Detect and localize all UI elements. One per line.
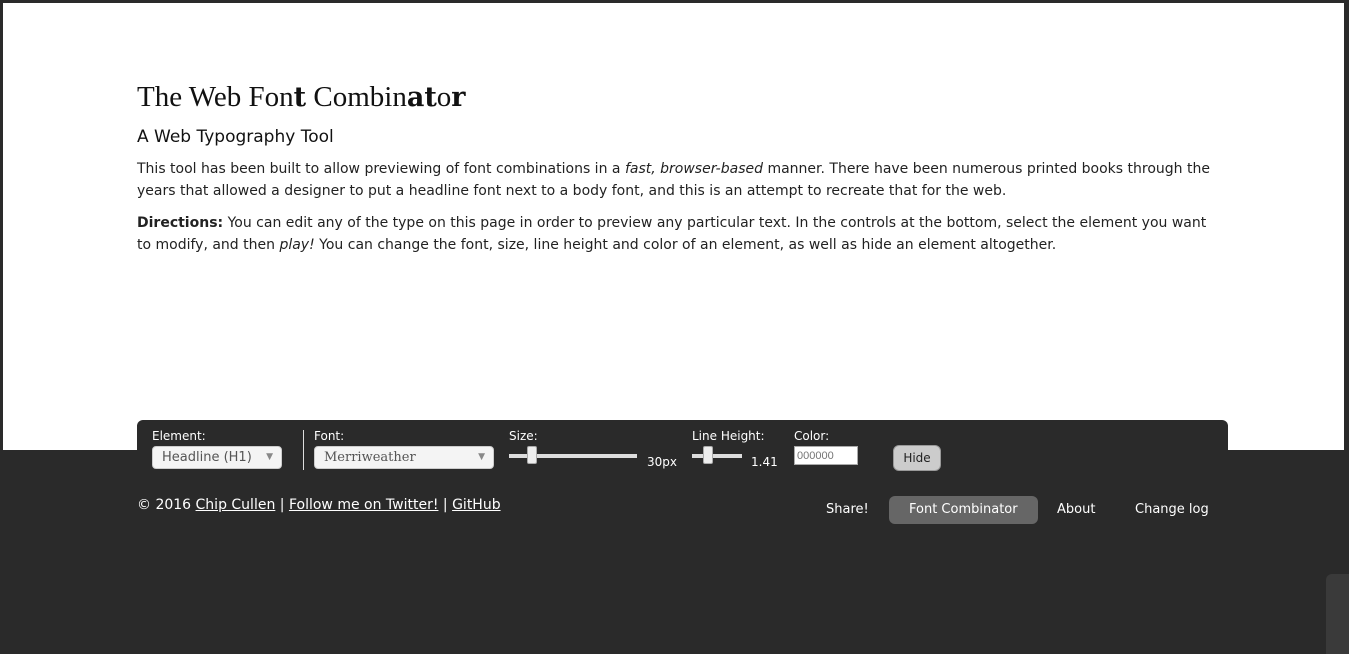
title-part: The Web Fon bbox=[137, 81, 294, 113]
side-widget[interactable] bbox=[1326, 574, 1349, 654]
element-select[interactable]: Headline (H1) ▼ bbox=[152, 446, 282, 469]
divider bbox=[303, 430, 304, 470]
text: play! bbox=[279, 237, 315, 253]
text: fast, browser-based bbox=[624, 161, 763, 177]
title-part: Combin bbox=[306, 81, 407, 113]
footer-credits: © 2016 Chip Cullen | Follow me on Twitte… bbox=[137, 497, 501, 513]
chevron-down-icon: ▼ bbox=[266, 452, 273, 462]
copyright: © 2016 bbox=[137, 497, 196, 513]
separator: | bbox=[438, 497, 453, 513]
element-label: Element: bbox=[152, 429, 206, 443]
github-link[interactable]: GitHub bbox=[452, 497, 501, 513]
subtitle[interactable]: A Web Typography Tool bbox=[137, 126, 1217, 148]
font-label: Font: bbox=[314, 429, 345, 443]
title-part: r bbox=[451, 82, 466, 113]
size-label: Size: bbox=[509, 429, 538, 443]
size-slider-thumb[interactable] bbox=[527, 446, 537, 464]
text: You can change the font, size, line heig… bbox=[314, 237, 1057, 253]
text: Directions: bbox=[137, 215, 224, 231]
directions-paragraph[interactable]: Directions: You can edit any of the type… bbox=[137, 212, 1217, 256]
nav-change-log[interactable]: Change log bbox=[1115, 496, 1229, 524]
controls-panel: Element: Headline (H1) ▼ Font: Merriweath… bbox=[137, 420, 1228, 472]
hide-button[interactable]: Hide bbox=[893, 445, 941, 471]
line-height-label: Line Height: bbox=[692, 429, 765, 443]
headline[interactable]: The Web Font Combinator bbox=[137, 79, 1217, 116]
author-link[interactable]: Chip Cullen bbox=[196, 497, 276, 513]
element-value: Headline (H1) bbox=[162, 450, 252, 465]
intro-paragraph[interactable]: This tool has been built to allow previe… bbox=[137, 158, 1217, 202]
text: This tool has been built to allow previe… bbox=[137, 161, 625, 177]
line-height-value: 1.41 bbox=[751, 455, 778, 469]
line-height-slider-track[interactable] bbox=[692, 454, 742, 458]
color-label: Color: bbox=[794, 429, 830, 443]
nav-share[interactable]: Share! bbox=[806, 496, 889, 524]
nav-about[interactable]: About bbox=[1037, 496, 1115, 524]
title-part: at bbox=[406, 82, 437, 113]
separator: | bbox=[275, 497, 289, 513]
title-part: o bbox=[436, 81, 452, 113]
preview-area: The Web Font Combinator A Web Typography… bbox=[3, 3, 1344, 450]
size-value: 30px bbox=[647, 455, 677, 469]
font-select[interactable]: Merriweather ▼ bbox=[314, 446, 494, 469]
chevron-down-icon: ▼ bbox=[478, 452, 485, 462]
font-value: Merriweather bbox=[324, 450, 416, 465]
nav-font-combinator[interactable]: Font Combinator bbox=[889, 496, 1038, 524]
title-part: t bbox=[293, 82, 307, 113]
twitter-link[interactable]: Follow me on Twitter! bbox=[289, 497, 439, 513]
line-height-slider-thumb[interactable] bbox=[703, 446, 713, 464]
color-input[interactable] bbox=[794, 446, 858, 465]
